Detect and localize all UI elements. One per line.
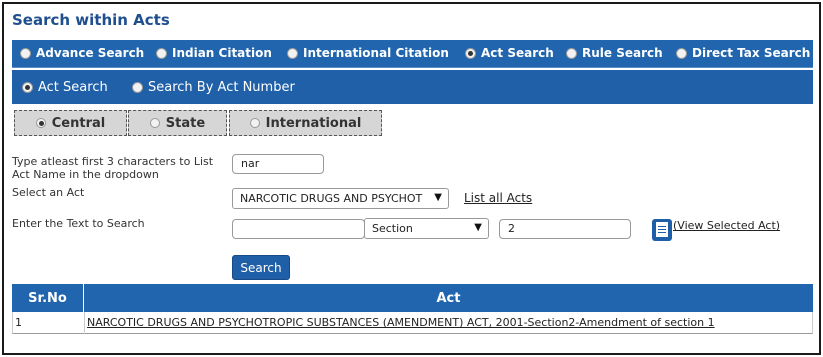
act-name-label: Type atleast first 3 characters to List … xyxy=(12,155,214,181)
radio-indian-citation[interactable]: Indian Citation xyxy=(156,46,272,60)
column-divider xyxy=(84,312,85,334)
radio-rule-search[interactable]: Rule Search xyxy=(566,46,663,60)
chevron-down-icon: ▼ xyxy=(474,222,482,233)
column-header-act: Act xyxy=(436,290,461,306)
radio-circle[interactable] xyxy=(132,82,143,93)
radio-circle[interactable] xyxy=(20,47,31,59)
act-select[interactable]: NARCOTIC DRUGS AND PSYCHOT ▼ xyxy=(232,188,449,209)
radio-act-search-mode[interactable]: Act Search xyxy=(22,80,108,95)
column-header-sr-no: Sr.No xyxy=(12,284,84,312)
act-name-input[interactable]: nar xyxy=(232,154,324,174)
radio-circle[interactable] xyxy=(676,47,687,59)
table-row: 1 NARCOTIC DRUGS AND PSYCHOTROPIC SUBSTA… xyxy=(12,312,813,334)
tab-label: State xyxy=(165,115,206,131)
radio-circle[interactable] xyxy=(566,47,577,59)
search-text-label: Enter the Text to Search xyxy=(12,217,145,230)
tab-central[interactable]: Central xyxy=(14,110,127,136)
list-all-acts-link[interactable]: List all Acts xyxy=(464,191,532,205)
radio-circle-selected[interactable] xyxy=(22,82,33,93)
row-sr-no: 1 xyxy=(15,316,22,329)
search-button[interactable]: Search xyxy=(232,255,290,280)
radio-international-citation[interactable]: International Citation xyxy=(287,46,449,60)
radio-label: Direct Tax Search xyxy=(692,46,811,60)
section-number-input[interactable]: 2 xyxy=(499,219,631,239)
search-text-input[interactable] xyxy=(232,219,365,239)
select-act-label: Select an Act xyxy=(12,186,85,199)
document-icon[interactable] xyxy=(652,219,672,241)
tab-label: International xyxy=(265,115,362,131)
section-select-value: Section xyxy=(372,222,413,235)
page-title: Search within Acts xyxy=(12,11,170,29)
radio-circle-selected[interactable] xyxy=(465,47,476,59)
radio-label: Search By Act Number xyxy=(148,80,295,95)
radio-advance-search[interactable]: Advance Search xyxy=(20,46,144,60)
search-type-bar: Advance Search Indian Citation Internati… xyxy=(12,40,813,68)
radio-act-search[interactable]: Act Search xyxy=(465,46,554,60)
radio-label: Advance Search xyxy=(36,46,145,60)
chevron-down-icon: ▼ xyxy=(434,192,442,203)
view-selected-act-link[interactable]: (View Selected Act) xyxy=(673,219,780,232)
radio-circle[interactable] xyxy=(287,47,298,59)
results-table-header: Sr.No Act xyxy=(12,284,813,312)
section-select[interactable]: Section ▼ xyxy=(364,218,489,239)
tab-state[interactable]: State xyxy=(128,110,227,136)
radio-search-by-act-number[interactable]: Search By Act Number xyxy=(132,80,295,95)
radio-label: Indian Citation xyxy=(172,46,272,60)
radio-label: International Citation xyxy=(303,46,449,60)
tab-international[interactable]: International xyxy=(229,110,382,136)
tab-label: Central xyxy=(51,115,106,131)
radio-circle-selected[interactable] xyxy=(35,118,46,128)
radio-direct-tax-search[interactable]: Direct Tax Search xyxy=(676,46,810,60)
radio-label: Act Search xyxy=(38,80,108,95)
radio-circle[interactable] xyxy=(249,118,260,128)
row-act-link[interactable]: NARCOTIC DRUGS AND PSYCHOTROPIC SUBSTANC… xyxy=(87,316,715,329)
act-select-value: NARCOTIC DRUGS AND PSYCHOT xyxy=(240,192,423,205)
act-mode-bar: Act Search Search By Act Number xyxy=(12,70,813,104)
radio-label: Rule Search xyxy=(582,46,663,60)
radio-circle[interactable] xyxy=(156,47,167,59)
radio-label: Act Search xyxy=(481,46,554,60)
radio-circle[interactable] xyxy=(149,118,160,128)
